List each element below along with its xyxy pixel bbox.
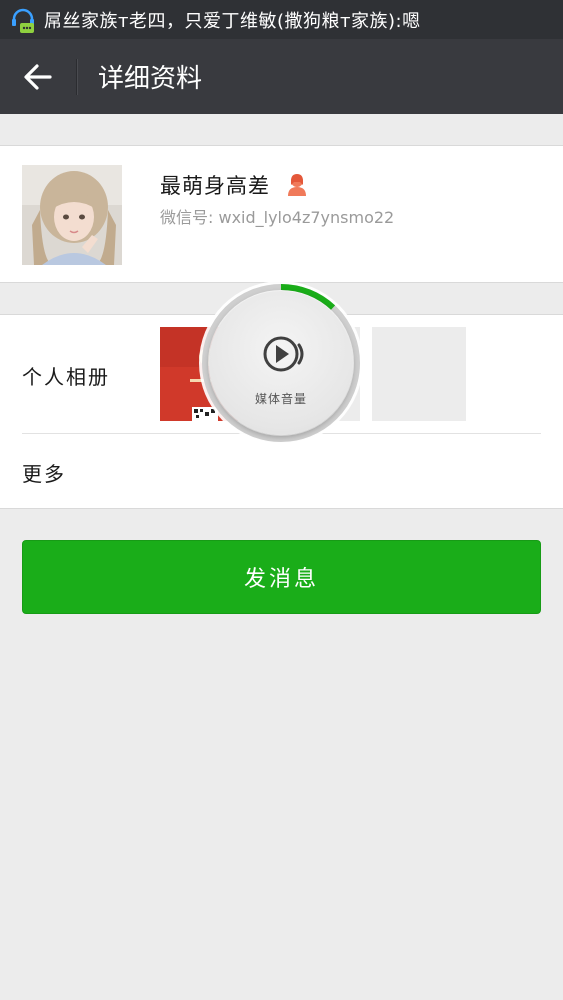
female-user-icon <box>288 174 306 196</box>
send-message-button[interactable]: 发消息 <box>22 540 541 614</box>
back-arrow-icon <box>24 63 52 90</box>
profile-card[interactable]: 最萌身高差 微信号: wxid_lylo4z7ynsmo22 <box>0 145 563 283</box>
more-row-label[interactable]: 更多 <box>22 458 66 487</box>
qq-notification-icon <box>10 5 36 35</box>
back-button[interactable] <box>0 39 76 114</box>
media-play-icon <box>263 336 304 372</box>
contact-name: 最萌身高差 <box>160 174 270 198</box>
wechat-id-value: wxid_lylo4z7ynsmo22 <box>218 208 395 227</box>
status-bar: 屌丝家族ᴛ老四，只爱丁维敏(撒狗粮ᴛ家族):嗯 <box>0 0 563 39</box>
media-volume-overlay: 媒体音量 <box>198 280 364 446</box>
album-thumbnail[interactable] <box>372 327 466 421</box>
avatar[interactable] <box>22 165 122 265</box>
personal-album-label[interactable]: 个人相册 <box>22 361 110 390</box>
action-bar-divider <box>76 58 78 95</box>
wechat-id-label: 微信号: <box>160 208 219 227</box>
page-title: 详细资料 <box>98 64 203 94</box>
notification-text: 屌丝家族ᴛ老四，只爱丁维敏(撒狗粮ᴛ家族):嗯 <box>44 10 421 32</box>
action-bar: 详细资料 <box>0 39 563 114</box>
wechat-id: 微信号: wxid_lylo4z7ynsmo22 <box>160 204 394 228</box>
media-volume-label: 媒体音量 <box>254 392 307 406</box>
name-row: 最萌身高差 <box>160 170 310 200</box>
